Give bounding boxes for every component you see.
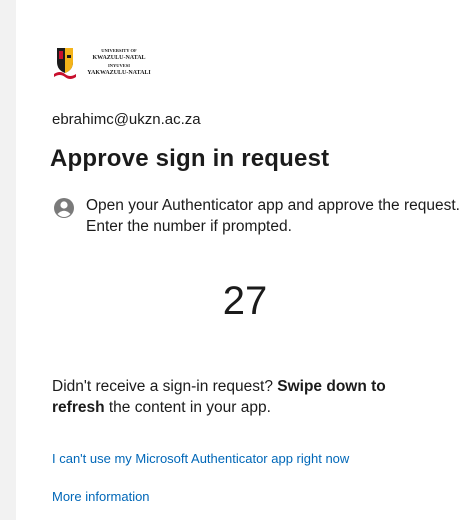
university-logo: UNIVERSITY OF KWAZULU-NATAL INYUVESI YAK… [54, 46, 164, 80]
person-icon [54, 198, 74, 218]
account-email: ebrahimc@ukzn.ac.za [52, 111, 201, 128]
logo-line-1: UNIVERSITY OF [101, 48, 137, 53]
hint-bold-1: Swipe down to [277, 378, 386, 395]
hint-prefix: Didn't receive a sign-in request? [52, 378, 278, 395]
approve-instruction: Open your Authenticator app and approve … [86, 197, 460, 235]
logo-line-3: INYUVESI [107, 63, 130, 68]
hint-suffix: the content in your app. [104, 399, 271, 416]
more-information-link[interactable]: More information [52, 489, 150, 504]
number-match-code: 27 [222, 279, 268, 323]
ukzn-crest-icon [54, 48, 76, 79]
logo-line-2: KWAZULU-NATAL [92, 55, 146, 61]
logo-line-4: YAKWAZULU-NATALI [87, 70, 151, 76]
resend-hint: Didn't receive a sign-in request? Swipe … [52, 376, 452, 418]
page-title: Approve sign in request [50, 145, 330, 172]
sign-in-card: UNIVERSITY OF KWAZULU-NATAL INYUVESI YAK… [16, 0, 474, 520]
hint-bold-2: refresh [52, 399, 105, 416]
cant-use-authenticator-link[interactable]: I can't use my Microsoft Authenticator a… [52, 451, 349, 466]
